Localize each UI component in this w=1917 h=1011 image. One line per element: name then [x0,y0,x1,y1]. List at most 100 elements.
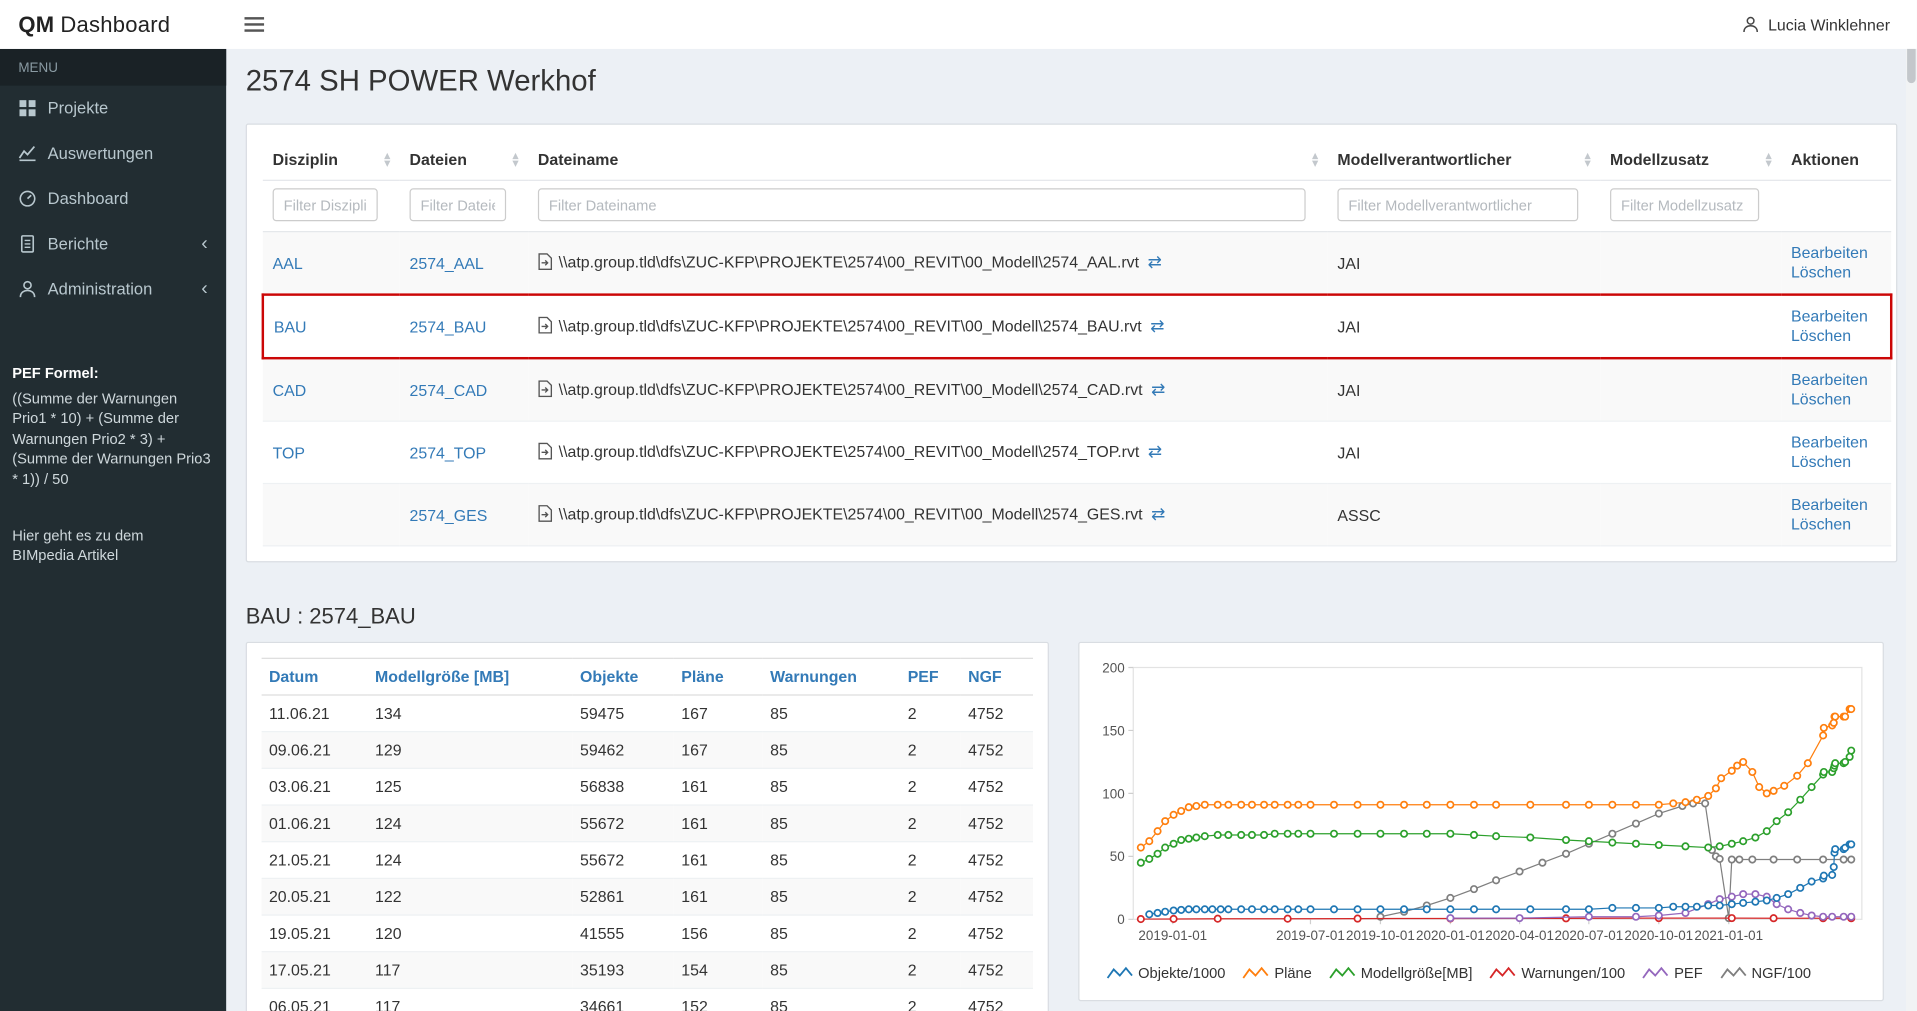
page-scrollbar[interactable] [1906,0,1917,1011]
column-header-modellzusatz[interactable]: Modellzusatz ▴▾ [1600,139,1781,180]
stats-cell: 55672 [573,842,674,879]
loeschen-link[interactable]: Löschen [1791,452,1881,472]
column-header-dateien[interactable]: Dateien ▴▾ [400,139,528,180]
dateien-link[interactable]: 2574_TOP [410,443,487,461]
legend-label: Pläne [1274,965,1312,982]
transfer-arrows-icon[interactable]: ⇄ [1148,252,1162,272]
bearbeiten-link[interactable]: Bearbeiten [1791,243,1881,263]
svg-text:100: 100 [1102,786,1124,801]
disziplin-link[interactable]: AAL [273,254,303,272]
file-export-icon [538,383,553,401]
sidebar-item-auswertungen[interactable]: Auswertungen [0,131,226,176]
app-window: QM Dashboard Lucia Winklehner MENU Proje… [0,0,1917,1011]
files-table-row: TOP2574_TOP\\atp.group.tld\dfs\ZUC-KFP\P… [263,421,1891,483]
dateien-link[interactable]: 2574_BAU [410,317,487,335]
sidebar: MENU Projekte Auswertungen Dashboard [0,49,226,1011]
stats-cell: 161 [674,878,763,915]
bearbeiten-link[interactable]: Bearbeiten [1791,433,1881,453]
dateien-link[interactable]: 2574_GES [410,506,488,524]
bearbeiten-link[interactable]: Bearbeiten [1791,307,1880,327]
sort-icon[interactable]: ▴▾ [513,152,519,167]
sidebar-item-administration[interactable]: Administration ‹ [0,267,226,312]
stats-cell: 161 [674,805,763,842]
dateiname-text: \\atp.group.tld\dfs\ZUC-KFP\PROJEKTE\257… [559,317,1142,335]
svg-text:2019-10-01: 2019-10-01 [1346,928,1415,943]
stats-cell: 124 [368,842,573,879]
chevron-left-icon: ‹ [201,238,208,250]
transfer-arrows-icon[interactable]: ⇄ [1151,504,1165,524]
sidebar-item-dashboard[interactable]: Dashboard [0,176,226,221]
loeschen-link[interactable]: Löschen [1791,263,1881,283]
stats-cell: 2 [900,915,960,952]
sidebar-item-projekte[interactable]: Projekte [0,86,226,131]
svg-text:2020-01-01: 2020-01-01 [1416,928,1485,943]
filter-dateien-input[interactable] [410,188,507,221]
stats-cell: 59462 [573,732,674,769]
sort-icon[interactable]: ▴▾ [1312,152,1318,167]
stats-cell: 35193 [573,952,674,989]
stats-cell: 19.05.21 [262,915,368,952]
stats-cell: 03.06.21 [262,768,368,805]
bearbeiten-link[interactable]: Bearbeiten [1791,495,1881,515]
bearbeiten-link[interactable]: Bearbeiten [1791,370,1881,390]
filter-modellzusatz-input[interactable] [1610,188,1759,221]
stats-table: Datum Modellgröße [MB] Objekte Pläne War… [262,658,1033,1011]
user-menu[interactable]: Lucia Winklehner [1716,0,1917,49]
dateien-link[interactable]: 2574_CAD [410,381,488,399]
legend-item: Warnungen/100 [1490,965,1626,982]
stats-cell: 117 [368,952,573,989]
detail-heading: BAU : 2574_BAU [246,604,1898,630]
disziplin-link[interactable]: BAU [274,317,307,335]
disziplin-link[interactable]: TOP [273,443,305,461]
stats-cell: 117 [368,988,573,1011]
stats-cell: 34661 [573,988,674,1011]
sidebar-toggle-button[interactable] [226,0,282,49]
dateien-link[interactable]: 2574_AAL [410,254,484,272]
stats-column-datum: Datum [262,658,368,695]
modellverantwortlicher-cell: JAI [1328,232,1601,295]
svg-text:2019-07-01: 2019-07-01 [1276,928,1345,943]
stats-cell: 2 [900,805,960,842]
chart-legend: Objekte/1000PläneModellgröße[MB]Warnunge… [1089,965,1873,982]
files-table-body: AAL 2574_AAL \\atp.group.tld\dfs\ZUC-KFP\P… [263,232,1891,546]
filter-disziplin-input[interactable] [273,188,378,221]
transfer-arrows-icon[interactable]: ⇄ [1150,315,1164,335]
app-logo[interactable]: QM Dashboard [0,0,226,49]
legend-line-icon [1490,965,1517,981]
transfer-arrows-icon[interactable]: ⇄ [1151,379,1165,399]
column-header-aktionen: Aktionen [1781,139,1891,180]
stats-cell: 01.06.21 [262,805,368,842]
dateiname-text: \\atp.group.tld\dfs\ZUC-KFP\PROJEKTE\257… [559,253,1139,271]
stats-table-row: 21.05.21124556721618524752 [262,842,1033,879]
pef-formula-title: PEF Formel: [12,363,214,383]
legend-item: Modellgröße[MB] [1329,965,1472,982]
loeschen-link[interactable]: Löschen [1791,390,1881,410]
svg-text:2019-01-01: 2019-01-01 [1138,928,1207,943]
column-header-dateiname[interactable]: Dateiname ▴▾ [528,139,1328,180]
stats-column-pef: PEF [900,658,960,695]
files-table: Disziplin ▴▾ Dateien ▴▾ Dateiname ▴▾ M [262,139,1893,546]
sidebar-item-berichte[interactable]: Berichte ‹ [0,221,226,266]
disziplin-link[interactable]: CAD [273,381,307,399]
modellzusatz-cell [1600,421,1781,483]
stats-cell: 2 [900,768,960,805]
stats-cell: 2 [900,732,960,769]
sort-icon[interactable]: ▴▾ [1766,152,1772,167]
filter-dateiname-input[interactable] [538,188,1306,221]
stats-cell: 21.05.21 [262,842,368,879]
loeschen-link[interactable]: Löschen [1791,515,1881,535]
bimpedia-link[interactable]: Hier geht es zu dem BIMpedia Artikel [0,526,196,566]
modellzusatz-cell [1600,358,1781,421]
filter-modellverantwortlicher-input[interactable] [1337,188,1578,221]
transfer-arrows-icon[interactable]: ⇄ [1148,441,1162,461]
column-header-modellverantwortlicher[interactable]: Modellverantwortlicher ▴▾ [1328,139,1601,180]
stats-cell: 85 [763,878,901,915]
grid-icon [18,99,36,117]
column-header-disziplin[interactable]: Disziplin ▴▾ [263,139,400,180]
files-table-row: 2574_GES\\atp.group.tld\dfs\ZUC-KFP\PROJ… [263,483,1891,545]
sort-icon[interactable]: ▴▾ [1585,152,1591,167]
sort-icon[interactable]: ▴▾ [384,152,390,167]
loeschen-link[interactable]: Löschen [1791,326,1880,346]
legend-line-icon [1642,965,1669,981]
stats-cell: 56838 [573,768,674,805]
